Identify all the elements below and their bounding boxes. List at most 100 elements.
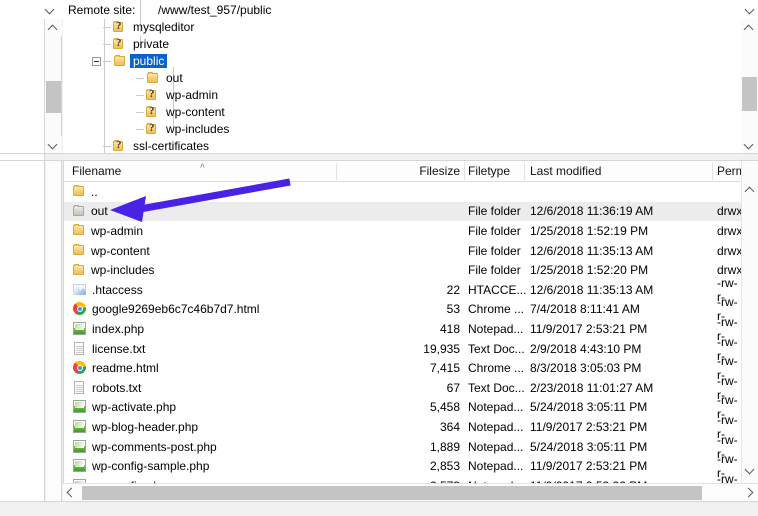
local-site-dropdown-button[interactable] [38,0,62,19]
tree-item-label: ssl-certificates [130,139,212,153]
tree-item-icon-wrapper: ? [146,106,160,122]
remote-tree-vertical-scrollbar[interactable] [741,19,758,153]
table-row[interactable]: wp-includesFile folder1/25/2018 1:52:20 … [64,260,742,280]
notepadpp-icon [72,322,87,336]
remote-site-path-text: /www/test_957/public [158,3,271,17]
tree-item-out[interactable]: out [63,70,741,87]
cell-filetype: Notepad... [468,420,523,434]
cell-filetype: Notepad... [468,400,523,414]
cell-lastmodified: 5/24/2018 3:05:11 PM [530,440,647,454]
filename-text: wp-content [91,244,150,258]
scroll-down-button[interactable] [742,461,758,478]
table-row[interactable]: wp-comments-post.php1,889Notepad...5/24/… [64,437,742,457]
tree-item-label: private [130,37,172,51]
table-row[interactable]: wp-blog-header.php364Notepad...11/9/2017… [64,417,742,437]
chevron-down-icon [746,465,755,474]
cell-lastmodified: 8/3/2018 3:05:03 PM [530,361,641,375]
splitter-left-segment [0,154,45,160]
local-file-list-panel[interactable] [0,161,45,516]
scroll-left-button[interactable] [63,484,81,501]
tree-item-icon-wrapper: ? [146,123,160,139]
filename-text: license.txt [92,342,145,356]
scroll-right-button[interactable] [740,484,758,501]
scroll-down-button[interactable] [741,136,758,153]
tree-collapse-toggle[interactable] [92,57,101,66]
cell-filesize: 67 [344,381,460,395]
scroll-up-button[interactable] [741,19,758,36]
file-list-vertical-scrollbar[interactable] [741,161,758,497]
file-list-horizontal-scrollbar[interactable] [63,483,758,501]
remote-file-list[interactable]: Filename ^ Filesize Filetype Last modifi… [63,161,758,516]
tree-item-wp-admin[interactable]: ?wp-admin [63,87,741,104]
tree-rows: ?mysqleditor?privatepublicout?wp-admin?w… [63,19,741,153]
cell-filesize: 53 [344,302,460,316]
column-header-filename[interactable]: Filename [72,161,121,181]
table-row[interactable]: wp-activate.php5,458Notepad...5/24/2018 … [64,398,742,418]
table-row[interactable]: wp-adminFile folder1/25/2018 1:52:19 PMd… [64,221,742,241]
remote-site-path-input[interactable]: /www/test_957/public [153,0,271,19]
table-row[interactable]: google9269eb6c7c46b7d7.html53Chrome ...7… [64,300,742,320]
panel-splitter[interactable] [0,153,758,161]
tree-item-public[interactable]: public [63,53,741,70]
cell-filetype: Chrome ... [468,361,524,375]
column-header-filetype[interactable]: Filetype [468,161,510,181]
cell-filename: wp-activate.php [72,400,176,414]
cell-filesize: 364 [344,420,460,434]
cell-filetype: HTACCE... [468,283,526,297]
table-row[interactable]: index.php418Notepad...11/9/2017 2:53:21 … [64,319,742,339]
column-header-lastmodified[interactable]: Last modified [530,161,601,181]
table-row[interactable]: robots.txt67Text Doc...2/23/2018 11:01:2… [64,378,742,398]
local-tree-panel[interactable] [0,19,45,153]
scroll-down-button[interactable] [45,136,62,153]
filename-text: robots.txt [92,381,141,395]
table-row[interactable]: wp-config-sample.php2,853Notepad...11/9/… [64,456,742,476]
cell-lastmodified: 5/24/2018 3:05:11 PM [530,400,647,414]
cell-filename: index.php [72,322,144,336]
local-tree-vertical-scrollbar[interactable] [45,19,62,153]
cell-filetype: File folder [468,224,521,238]
tree-item-mysqleditor[interactable]: ?mysqleditor [63,19,741,36]
tree-item-private[interactable]: ?private [63,36,741,53]
chrome-icon [72,361,87,375]
table-row[interactable]: .htaccess22HTACCE...12/6/2018 11:35:13 A… [64,280,742,300]
table-row[interactable]: .. [64,182,742,202]
cell-lastmodified: 1/25/2018 1:52:19 PM [530,224,648,238]
cell-lastmodified: 1/25/2018 1:52:20 PM [530,263,648,277]
cell-filetype: Notepad... [468,459,523,473]
chevron-down-icon [745,140,754,149]
table-row[interactable]: license.txt19,935Text Doc...2/9/2018 4:4… [64,339,742,359]
scrollbar-thumb[interactable] [742,77,757,111]
scrollbar-thumb[interactable] [46,81,61,113]
tree-item-label: mysqleditor [130,20,197,34]
column-divider[interactable] [336,163,337,180]
table-row[interactable]: outFile folder12/6/2018 11:36:19 AMdrwxr… [64,202,742,222]
scroll-up-button[interactable] [45,19,62,36]
column-divider[interactable] [524,163,525,180]
cell-filename: license.txt [72,342,145,356]
table-row[interactable]: readme.html7,415Chrome ...8/3/2018 3:05:… [64,358,742,378]
notepadpp-icon [72,420,87,434]
tree-item-wp-content[interactable]: ?wp-content [63,104,741,121]
table-row[interactable]: wp-contentFile folder12/6/2018 11:35:13 … [64,241,742,261]
cell-filename: .htaccess [72,283,143,297]
folder-unknown-icon: ? [113,140,127,153]
remote-directory-tree[interactable]: ?mysqleditor?privatepublicout?wp-admin?w… [63,19,741,153]
file-list-region: Filename ^ Filesize Filetype Last modifi… [0,161,758,516]
column-divider[interactable] [712,163,713,180]
cell-filetype: File folder [468,204,521,218]
chevron-down-icon [46,5,55,14]
htaccess-icon [72,283,87,297]
tree-item-icon-wrapper: ? [113,38,127,54]
column-header-filesize[interactable]: Filesize [344,161,460,181]
cell-filetype: File folder [468,244,521,258]
scroll-up-button[interactable] [742,181,758,198]
scrollbar-track[interactable] [743,198,758,460]
chevron-up-icon [745,23,754,32]
filename-text: .htaccess [92,283,143,297]
column-divider[interactable] [464,163,465,180]
folder-unknown-icon: ? [146,89,160,102]
scrollbar-thumb[interactable] [82,486,702,500]
tree-item-wp-includes[interactable]: ?wp-includes [63,121,741,138]
remote-site-dropdown-button[interactable] [742,0,758,19]
tree-item-ssl-certificates[interactable]: ?ssl-certificates [63,138,741,153]
